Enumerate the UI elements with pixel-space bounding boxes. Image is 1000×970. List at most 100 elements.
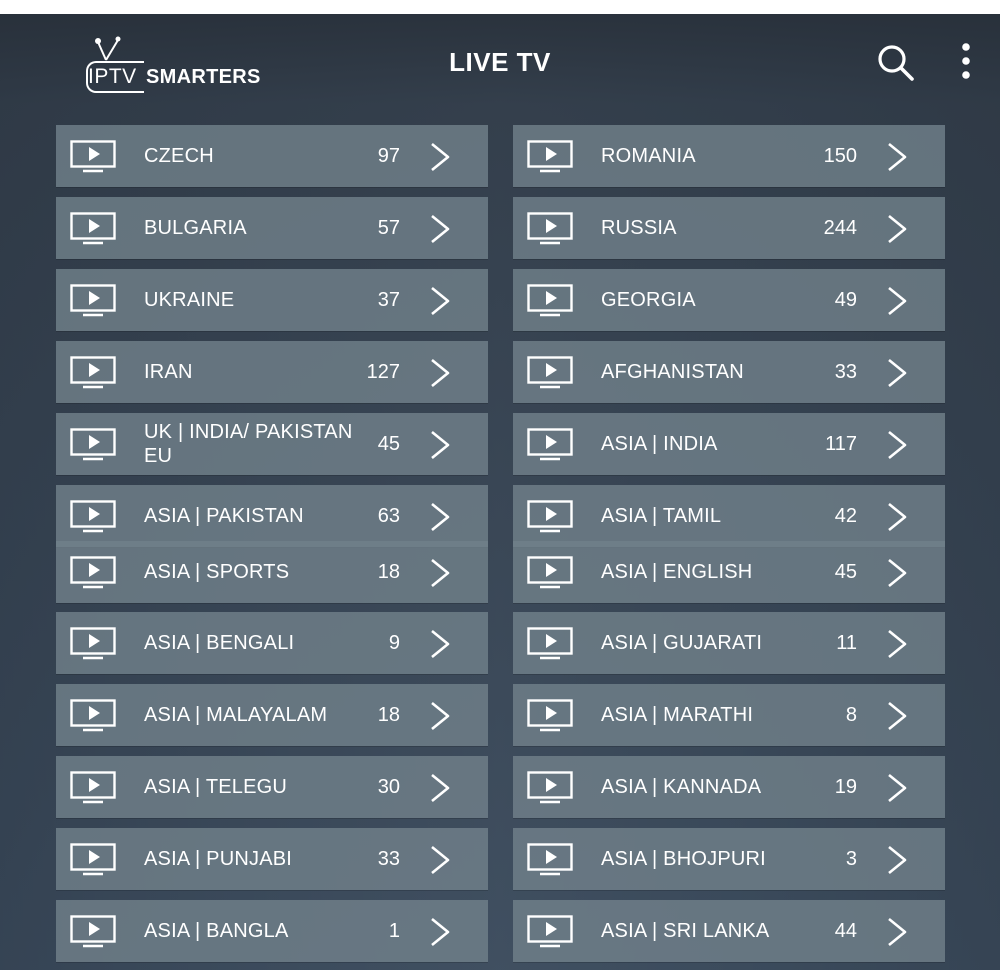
category-row[interactable]: ASIA | SPORTS 18 — [56, 541, 488, 603]
category-row[interactable]: UK | INDIA/ PAKISTAN EU 45 — [56, 413, 488, 475]
category-name: ASIA | TAMIL — [601, 505, 722, 527]
category-row[interactable]: ASIA | TAMIL 42 — [513, 485, 945, 547]
more-options-button[interactable] — [956, 42, 976, 82]
category-row[interactable]: ASIA | GUJARATI 11 — [513, 612, 945, 674]
chevron-right-icon — [428, 701, 452, 731]
chevron-right-icon — [885, 142, 909, 172]
tv-play-icon — [527, 500, 573, 534]
tv-play-icon — [527, 843, 573, 877]
chevron-right-icon — [885, 845, 909, 875]
tv-play-icon — [70, 843, 116, 877]
channel-count: 33 — [834, 360, 857, 383]
category-row[interactable]: ASIA | PAKISTAN 63 — [56, 485, 488, 547]
category-row[interactable]: ASIA | TELEGU 30 — [56, 756, 488, 818]
category-name: ASIA | GUJARATI — [601, 632, 763, 654]
category-name: ASIA | KANNADA — [601, 776, 762, 798]
chevron-right-icon — [428, 358, 452, 388]
category-name: ASIA | INDIA — [601, 433, 718, 455]
channel-count: 63 — [377, 504, 400, 527]
channel-count: 33 — [377, 847, 400, 870]
tv-play-icon — [527, 284, 573, 318]
category-name: BULGARIA — [144, 217, 247, 239]
category-name: ASIA | PAKISTAN — [144, 505, 304, 527]
tv-play-icon — [70, 556, 116, 590]
tv-play-icon — [70, 428, 116, 462]
tv-play-icon — [70, 627, 116, 661]
tv-play-icon — [70, 500, 116, 534]
category-name: RUSSIA — [601, 217, 677, 239]
channel-count: 244 — [823, 216, 857, 239]
tv-play-icon — [527, 356, 573, 390]
chevron-right-icon — [428, 142, 452, 172]
category-name: ROMANIA — [601, 145, 696, 167]
channel-count: 18 — [377, 703, 400, 726]
category-name: UKRAINE — [144, 289, 235, 311]
channel-count: 45 — [377, 432, 400, 455]
channel-count: 150 — [823, 144, 857, 167]
category-row[interactable]: ASIA | PUNJABI 33 — [56, 828, 488, 890]
category-row[interactable]: ASIA | MALAYALAM 18 — [56, 684, 488, 746]
category-name: ASIA | SPORTS — [144, 561, 290, 583]
tv-play-icon — [70, 771, 116, 805]
category-row[interactable]: AFGHANISTAN 33 — [513, 341, 945, 403]
chevron-right-icon — [885, 629, 909, 659]
channel-count: 1 — [388, 919, 400, 942]
chevron-right-icon — [428, 502, 452, 532]
chevron-right-icon — [885, 701, 909, 731]
category-name: ASIA | SRI LANKA — [601, 920, 770, 942]
channel-count: 30 — [377, 775, 400, 798]
channel-count: 42 — [834, 504, 857, 527]
channel-count: 11 — [836, 631, 857, 654]
chevron-right-icon — [885, 430, 909, 460]
category-row[interactable]: ASIA | INDIA 117 — [513, 413, 945, 475]
category-name: ASIA | BHOJPURI — [601, 848, 766, 870]
tv-play-icon — [70, 140, 116, 174]
channel-count: 37 — [377, 288, 400, 311]
channel-count: 127 — [366, 360, 400, 383]
category-row[interactable]: UKRAINE 37 — [56, 269, 488, 331]
category-name: ASIA | BENGALI — [144, 632, 295, 654]
category-row[interactable]: CZECH 97 — [56, 125, 488, 187]
tv-play-icon — [70, 212, 116, 246]
category-row[interactable]: ROMANIA 150 — [513, 125, 945, 187]
channel-count: 3 — [845, 847, 857, 870]
tv-play-icon — [527, 140, 573, 174]
chevron-right-icon — [428, 558, 452, 588]
category-row[interactable]: ASIA | BANGLA 1 — [56, 900, 488, 962]
category-name: ASIA | BANGLA — [144, 920, 289, 942]
channel-count: 45 — [834, 560, 857, 583]
category-name: ASIA | ENGLISH — [601, 561, 753, 583]
category-row[interactable]: ASIA | ENGLISH 45 — [513, 541, 945, 603]
tv-play-icon — [70, 699, 116, 733]
chevron-right-icon — [885, 917, 909, 947]
chevron-right-icon — [428, 917, 452, 947]
category-row[interactable]: ASIA | MARATHI 8 — [513, 684, 945, 746]
chevron-right-icon — [428, 430, 452, 460]
tv-play-icon — [70, 284, 116, 318]
category-name: CZECH — [144, 145, 214, 167]
tv-play-icon — [70, 915, 116, 949]
category-row[interactable]: ASIA | KANNADA 19 — [513, 756, 945, 818]
channel-count: 9 — [388, 631, 400, 654]
chevron-right-icon — [885, 558, 909, 588]
category-row[interactable]: GEORGIA 49 — [513, 269, 945, 331]
channel-count: 57 — [377, 216, 400, 239]
category-row[interactable]: ASIA | BENGALI 9 — [56, 612, 488, 674]
tv-play-icon — [527, 428, 573, 462]
category-name: ASIA | TELEGU — [144, 776, 288, 798]
category-name: GEORGIA — [601, 289, 696, 311]
tv-play-icon — [527, 627, 573, 661]
category-row[interactable]: ASIA | BHOJPURI 3 — [513, 828, 945, 890]
tv-play-icon — [527, 699, 573, 733]
category-row[interactable]: ASIA | SRI LANKA 44 — [513, 900, 945, 962]
category-row[interactable]: BULGARIA 57 — [56, 197, 488, 259]
search-button[interactable] — [875, 42, 917, 84]
channel-count: 49 — [834, 288, 857, 311]
chevron-right-icon — [428, 845, 452, 875]
category-name: ASIA | MALAYALAM — [144, 704, 328, 726]
category-name: UK | INDIA/ PAKISTAN EU — [144, 421, 353, 467]
category-row[interactable]: RUSSIA 244 — [513, 197, 945, 259]
category-row[interactable]: IRAN 127 — [56, 341, 488, 403]
tv-play-icon — [527, 556, 573, 590]
tv-play-icon — [527, 212, 573, 246]
